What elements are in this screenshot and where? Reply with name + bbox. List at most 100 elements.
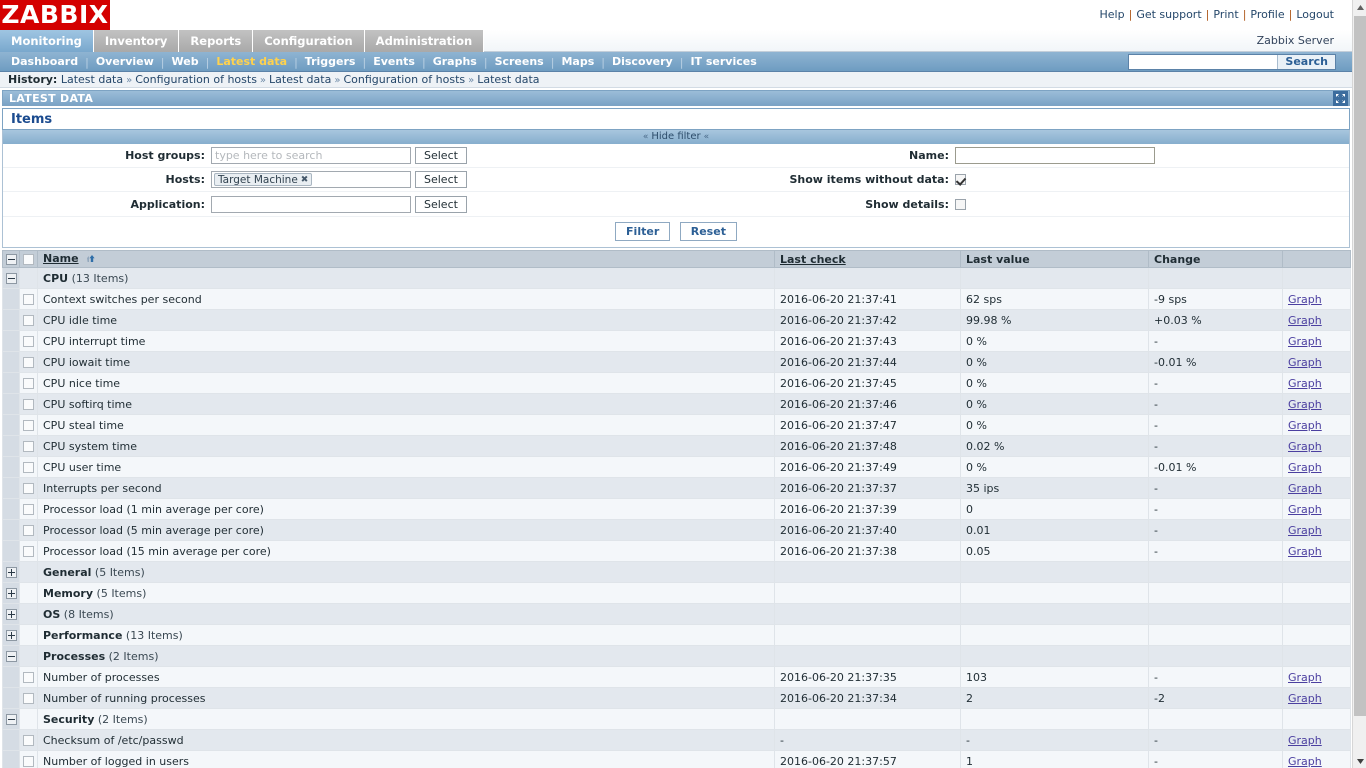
group-toggle-cell[interactable] [2,624,20,646]
row-checkbox[interactable] [23,693,34,704]
table-row[interactable]: Number of processes 2016-06-20 21:37:35 10… [2,666,1351,688]
hosts-select-button[interactable]: Select [415,171,467,188]
table-group-row[interactable]: Performance (13 Items) [2,624,1351,646]
row-graph-cell[interactable]: Graph [1282,540,1351,562]
column-header-last-check[interactable]: Last check [774,250,961,268]
sub-menu-item-overview[interactable]: Overview [89,52,161,72]
row-graph-cell[interactable]: Graph [1282,477,1351,499]
row-checkbox-cell[interactable] [19,498,38,520]
table-row[interactable]: Context switches per second 2016-06-20 21… [2,288,1351,310]
breadcrumb-link[interactable]: Latest data [477,73,539,86]
column-header-name[interactable]: Name [37,250,775,268]
search-button[interactable]: Search [1277,55,1335,69]
row-checkbox[interactable] [23,420,34,431]
graph-link[interactable]: Graph [1288,755,1322,768]
row-graph-cell[interactable]: Graph [1282,666,1351,688]
main-menu-tab-administration[interactable]: Administration [364,30,485,52]
graph-link[interactable]: Graph [1288,692,1322,705]
table-row[interactable]: CPU nice time 2016-06-20 21:37:45 0 % - Grap… [2,372,1351,394]
sub-menu-item-triggers[interactable]: Triggers [298,52,363,72]
host-groups-select-button[interactable]: Select [415,147,467,164]
user-link-logout[interactable]: Logout [1296,8,1334,21]
row-checkbox-cell[interactable] [19,309,38,331]
row-checkbox-cell[interactable] [19,519,38,541]
row-checkbox[interactable] [23,336,34,347]
row-checkbox[interactable] [23,315,34,326]
table-row[interactable]: CPU iowait time 2016-06-20 21:37:44 0 % -0.… [2,351,1351,373]
row-checkbox-cell[interactable] [19,414,38,436]
row-checkbox[interactable] [23,294,34,305]
row-checkbox[interactable] [23,378,34,389]
host-chip[interactable]: Target Machine ✖ [214,173,313,186]
graph-link[interactable]: Graph [1288,503,1322,516]
row-checkbox[interactable] [23,399,34,410]
graph-link[interactable]: Graph [1288,524,1322,537]
group-toggle-cell[interactable] [2,582,20,604]
table-group-row[interactable]: OS (8 Items) [2,603,1351,625]
row-checkbox-cell[interactable] [19,540,38,562]
expand-icon[interactable] [5,609,17,620]
show-details-checkbox[interactable] [955,198,966,210]
expand-icon[interactable] [5,567,17,578]
group-toggle-cell[interactable] [2,561,20,583]
user-link-get-support[interactable]: Get support [1136,8,1201,21]
row-checkbox-cell[interactable] [19,393,38,415]
row-checkbox-cell[interactable] [19,750,38,768]
table-group-row[interactable]: CPU (13 Items) [2,267,1351,289]
row-checkbox[interactable] [23,462,34,473]
graph-link[interactable]: Graph [1288,671,1322,684]
graph-link[interactable]: Graph [1288,545,1322,558]
sub-menu-item-discovery[interactable]: Discovery [605,52,680,72]
row-checkbox-cell[interactable] [19,351,38,373]
table-row[interactable]: Number of logged in users 2016-06-20 21:3… [2,750,1351,768]
graph-link[interactable]: Graph [1288,419,1322,432]
graph-link[interactable]: Graph [1288,293,1322,306]
row-checkbox-cell[interactable] [19,435,38,457]
row-graph-cell[interactable]: Graph [1282,393,1351,415]
group-toggle-cell[interactable] [2,603,20,625]
table-row[interactable]: CPU system time 2016-06-20 21:37:48 0.02 %… [2,435,1351,457]
expand-all-header[interactable] [2,250,20,268]
row-checkbox[interactable] [23,672,34,683]
row-graph-cell[interactable]: Graph [1282,288,1351,310]
group-toggle-cell[interactable] [2,708,20,730]
user-link-help[interactable]: Help [1100,8,1125,21]
row-checkbox-cell[interactable] [19,477,38,499]
application-input[interactable] [211,195,411,213]
scroll-up-icon[interactable] [1353,0,1366,14]
row-graph-cell[interactable]: Graph [1282,309,1351,331]
row-checkbox-cell[interactable] [19,666,38,688]
graph-link[interactable]: Graph [1288,335,1322,348]
row-graph-cell[interactable]: Graph [1282,330,1351,352]
row-graph-cell[interactable]: Graph [1282,456,1351,478]
breadcrumb-link[interactable]: Configuration of hosts [135,73,257,86]
expand-icon[interactable] [5,630,17,641]
row-checkbox[interactable] [23,504,34,515]
row-checkbox[interactable] [23,525,34,536]
row-graph-cell[interactable]: Graph [1282,729,1351,751]
table-row[interactable]: Processor load (5 min average per core) 2… [2,519,1351,541]
sub-menu-item-screens[interactable]: Screens [488,52,551,72]
row-checkbox[interactable] [23,756,34,767]
table-row[interactable]: CPU interrupt time 2016-06-20 21:37:43 0 %… [2,330,1351,352]
name-input[interactable] [955,147,1155,164]
close-icon[interactable]: ✖ [301,175,309,185]
graph-link[interactable]: Graph [1288,398,1322,411]
graph-link[interactable]: Graph [1288,734,1322,747]
row-checkbox[interactable] [23,546,34,557]
group-toggle-cell[interactable] [2,267,20,289]
row-graph-cell[interactable]: Graph [1282,687,1351,709]
graph-link[interactable]: Graph [1288,377,1322,390]
row-graph-cell[interactable]: Graph [1282,351,1351,373]
table-row[interactable]: CPU user time 2016-06-20 21:37:49 0 % -0.01… [2,456,1351,478]
row-checkbox[interactable] [23,735,34,746]
collapse-icon[interactable] [5,714,17,725]
row-checkbox[interactable] [23,441,34,452]
row-checkbox-cell[interactable] [19,372,38,394]
table-row[interactable]: CPU softirq time 2016-06-20 21:37:46 0 % - G… [2,393,1351,415]
reset-button[interactable]: Reset [679,222,737,241]
table-group-row[interactable]: Security (2 Items) [2,708,1351,730]
main-menu-tab-reports[interactable]: Reports [179,30,254,52]
filter-button[interactable]: Filter [615,222,671,241]
row-graph-cell[interactable]: Graph [1282,519,1351,541]
